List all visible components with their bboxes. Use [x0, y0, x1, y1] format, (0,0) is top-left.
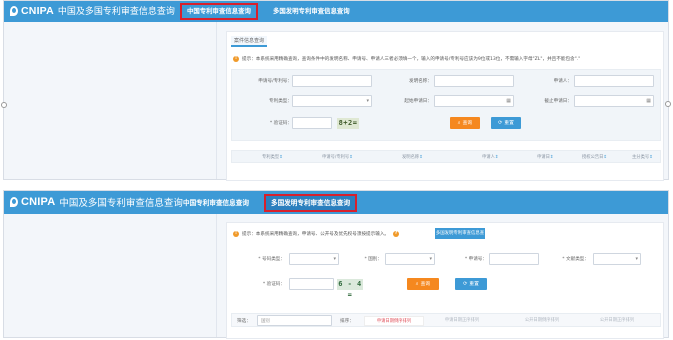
- query-button[interactable]: ⌕ 查询: [450, 117, 480, 129]
- app-no-label: 申请号/专利号：: [258, 79, 292, 84]
- logo: CNIPA 中国及多国专利审查信息查询: [10, 4, 175, 17]
- captcha-input[interactable]: [292, 117, 332, 129]
- search-form: 申请号/专利号： 发明名称： 申请人： 专利类型： 起始申请日： ▦ 截止申请日…: [231, 69, 661, 141]
- search-icon: ⌕: [415, 281, 419, 287]
- nav-tab-china-query[interactable]: 中国专利审查信息查询: [180, 3, 258, 20]
- calendar-icon[interactable]: ▦: [646, 98, 651, 104]
- sort-icon: ⇕: [549, 155, 554, 160]
- number-input[interactable]: [489, 253, 539, 265]
- applicant-label: 申请人：: [553, 79, 572, 84]
- column-header-app-date[interactable]: 申请日⇕: [537, 154, 554, 160]
- screenshot-china-patent-query: CNIPA 中国及多国专利审查信息查询 中国专利审查信息查询 多国发明专利审查信…: [1, 0, 671, 181]
- filter-label: 筛选：: [237, 319, 251, 324]
- captcha-label: * 验证码：: [269, 121, 292, 126]
- number-label: * 申请号：: [464, 257, 487, 262]
- captcha-image[interactable]: 8+2=: [337, 118, 359, 129]
- cnipa-logo-icon: [10, 196, 18, 208]
- query-button-label: 查询: [420, 282, 431, 287]
- captcha-label: * 验证码：: [262, 282, 285, 287]
- cnipa-logo-icon: [10, 5, 18, 17]
- refresh-icon: ⟳: [498, 120, 503, 126]
- results-table-header: 专利类型⇕ 申请号/专利号⇕ 发明名称⇕ 申请人⇕ 申请日⇕ 授权公告日⇕ 主分…: [231, 150, 661, 163]
- hint-text: 提示：本系统采用精确查询，查询条件中的发明名称、申请号、申请人三者必须填一个，输…: [242, 57, 581, 62]
- query-card: 案件信息查询 ! 提示：本系统采用精确查询，查询条件中的发明名称、申请号、申请人…: [226, 31, 664, 181]
- sort-icon: ⇕: [649, 155, 653, 160]
- column-header-app-no[interactable]: 申请号/专利号⇕: [322, 154, 353, 160]
- tab-case-info[interactable]: 案件信息查询: [231, 36, 268, 47]
- sort-tab-app-date-asc[interactable]: 申请日期正序排列: [432, 316, 492, 326]
- captcha-image[interactable]: 6 - 4 =: [337, 279, 363, 299]
- query-card: ! 提示：本系统采用精确查询，申请号、公开号及优先权号须按提示输入。 ? 多国发…: [226, 222, 664, 339]
- column-header-main-class[interactable]: 主分类号⇕: [632, 154, 653, 160]
- sort-label: 排序：: [340, 319, 354, 324]
- header-bar: CNIPA 中国及多国专利审查信息查询 中国专利审查信息查询 多国发明专利审查信…: [4, 1, 668, 22]
- hint-line: ! 提示：本系统采用精确查询，查询条件中的发明名称、申请号、申请人三者必须填一个…: [233, 56, 580, 62]
- brand-subtitle: 中国及多国专利审查信息查询: [59, 198, 183, 209]
- query-button[interactable]: ⌕ 查询: [407, 278, 439, 290]
- header-bar: CNIPA 中国及多国专利审查信息查询 中国专利审查信息查询 多国发明专利审查信…: [4, 191, 668, 214]
- sort-tab-pub-date-desc[interactable]: 公开日期倒序排列: [512, 316, 572, 326]
- sort-tab-app-date-desc[interactable]: 申请日期倒序排列: [364, 316, 424, 326]
- logo: CNIPA 中国及多国专利审查信息查询: [10, 195, 183, 209]
- left-sidebar: [4, 214, 217, 337]
- patent-type-label: 专利类型：: [269, 99, 292, 104]
- start-date-label: 起始申请日：: [404, 99, 432, 104]
- applicant-input[interactable]: [574, 75, 654, 87]
- column-header-grant-date[interactable]: 授权公告日⇕: [582, 154, 607, 160]
- warning-icon: !: [233, 231, 239, 237]
- reset-button[interactable]: ⟳ 重置: [491, 117, 521, 129]
- sort-icon: ⇕: [419, 155, 423, 160]
- doc-type-select[interactable]: [593, 253, 641, 265]
- nav-tab-multi-country-query[interactable]: 多国发明专利审查信息查询: [268, 3, 355, 20]
- end-date-input[interactable]: ▦: [574, 95, 654, 107]
- sort-icon: ⇕: [279, 155, 283, 160]
- hint-line: ! 提示：本系统采用精确查询，申请号、公开号及优先权号须按提示输入。 ?: [233, 231, 402, 237]
- calendar-icon[interactable]: ▦: [506, 98, 511, 104]
- filter-placeholder: 国别: [261, 319, 270, 324]
- sort-tab-pub-date-asc[interactable]: 公开日期正序排列: [587, 316, 647, 326]
- patent-type-select[interactable]: [292, 95, 372, 107]
- query-button-label: 查询: [462, 121, 473, 126]
- brand-subtitle: 中国及多国专利审查信息查询: [57, 7, 175, 17]
- column-header-invention-name[interactable]: 发明名称⇕: [402, 154, 423, 160]
- column-header-applicant[interactable]: 申请人⇕: [482, 154, 499, 160]
- refresh-icon: ⟳: [463, 281, 468, 287]
- invention-name-input[interactable]: [434, 75, 514, 87]
- end-date-label: 截止申请日：: [544, 99, 572, 104]
- number-type-select[interactable]: [289, 253, 339, 265]
- resize-handle-left[interactable]: [1, 102, 7, 108]
- number-type-label: * 号码类型：: [258, 257, 285, 262]
- column-header-patent-type[interactable]: 专利类型⇕: [262, 154, 283, 160]
- warning-icon: !: [233, 56, 239, 62]
- reset-button-label: 重置: [504, 121, 514, 126]
- captcha-input[interactable]: [289, 278, 334, 290]
- sort-icon: ⇕: [603, 155, 608, 160]
- user-manual-button[interactable]: 多国发明专利审查信息查询使用手册: [435, 228, 485, 247]
- country-label: * 国别：: [364, 257, 382, 262]
- app-no-input[interactable]: [292, 75, 372, 87]
- sort-icon: ⇕: [494, 155, 499, 160]
- filter-input[interactable]: 国别: [257, 315, 332, 326]
- filter-sort-bar: 筛选： 国别 排序： 申请日期倒序排列 申请日期正序排列 公开日期倒序排列 公开…: [231, 313, 661, 327]
- search-icon: ⌕: [457, 120, 461, 126]
- left-sidebar: [1, 22, 217, 179]
- reset-button-label: 重置: [469, 282, 479, 287]
- sort-icon: ⇕: [349, 155, 353, 160]
- hint-text: 提示：本系统采用精确查询，申请号、公开号及优先权号须按提示输入。: [242, 232, 390, 237]
- nav-tab-china-query[interactable]: 中国专利审查信息查询: [178, 194, 254, 212]
- resize-handle-right[interactable]: [665, 101, 671, 107]
- nav-tab-multi-country-query[interactable]: 多国发明专利审查信息查询: [264, 194, 358, 212]
- reset-button[interactable]: ⟳ 重置: [455, 278, 487, 290]
- doc-type-label: * 文献类型：: [562, 257, 589, 262]
- brand-name: CNIPA: [21, 196, 56, 208]
- info-icon[interactable]: ?: [393, 231, 400, 237]
- screenshot-multi-country-query: CNIPA 中国及多国专利审查信息查询 中国专利审查信息查询 多国发明专利审查信…: [3, 190, 669, 339]
- brand-name: CNIPA: [21, 4, 54, 17]
- start-date-input[interactable]: ▦: [434, 95, 514, 107]
- invention-name-label: 发明名称：: [409, 79, 432, 84]
- country-select[interactable]: [385, 253, 435, 265]
